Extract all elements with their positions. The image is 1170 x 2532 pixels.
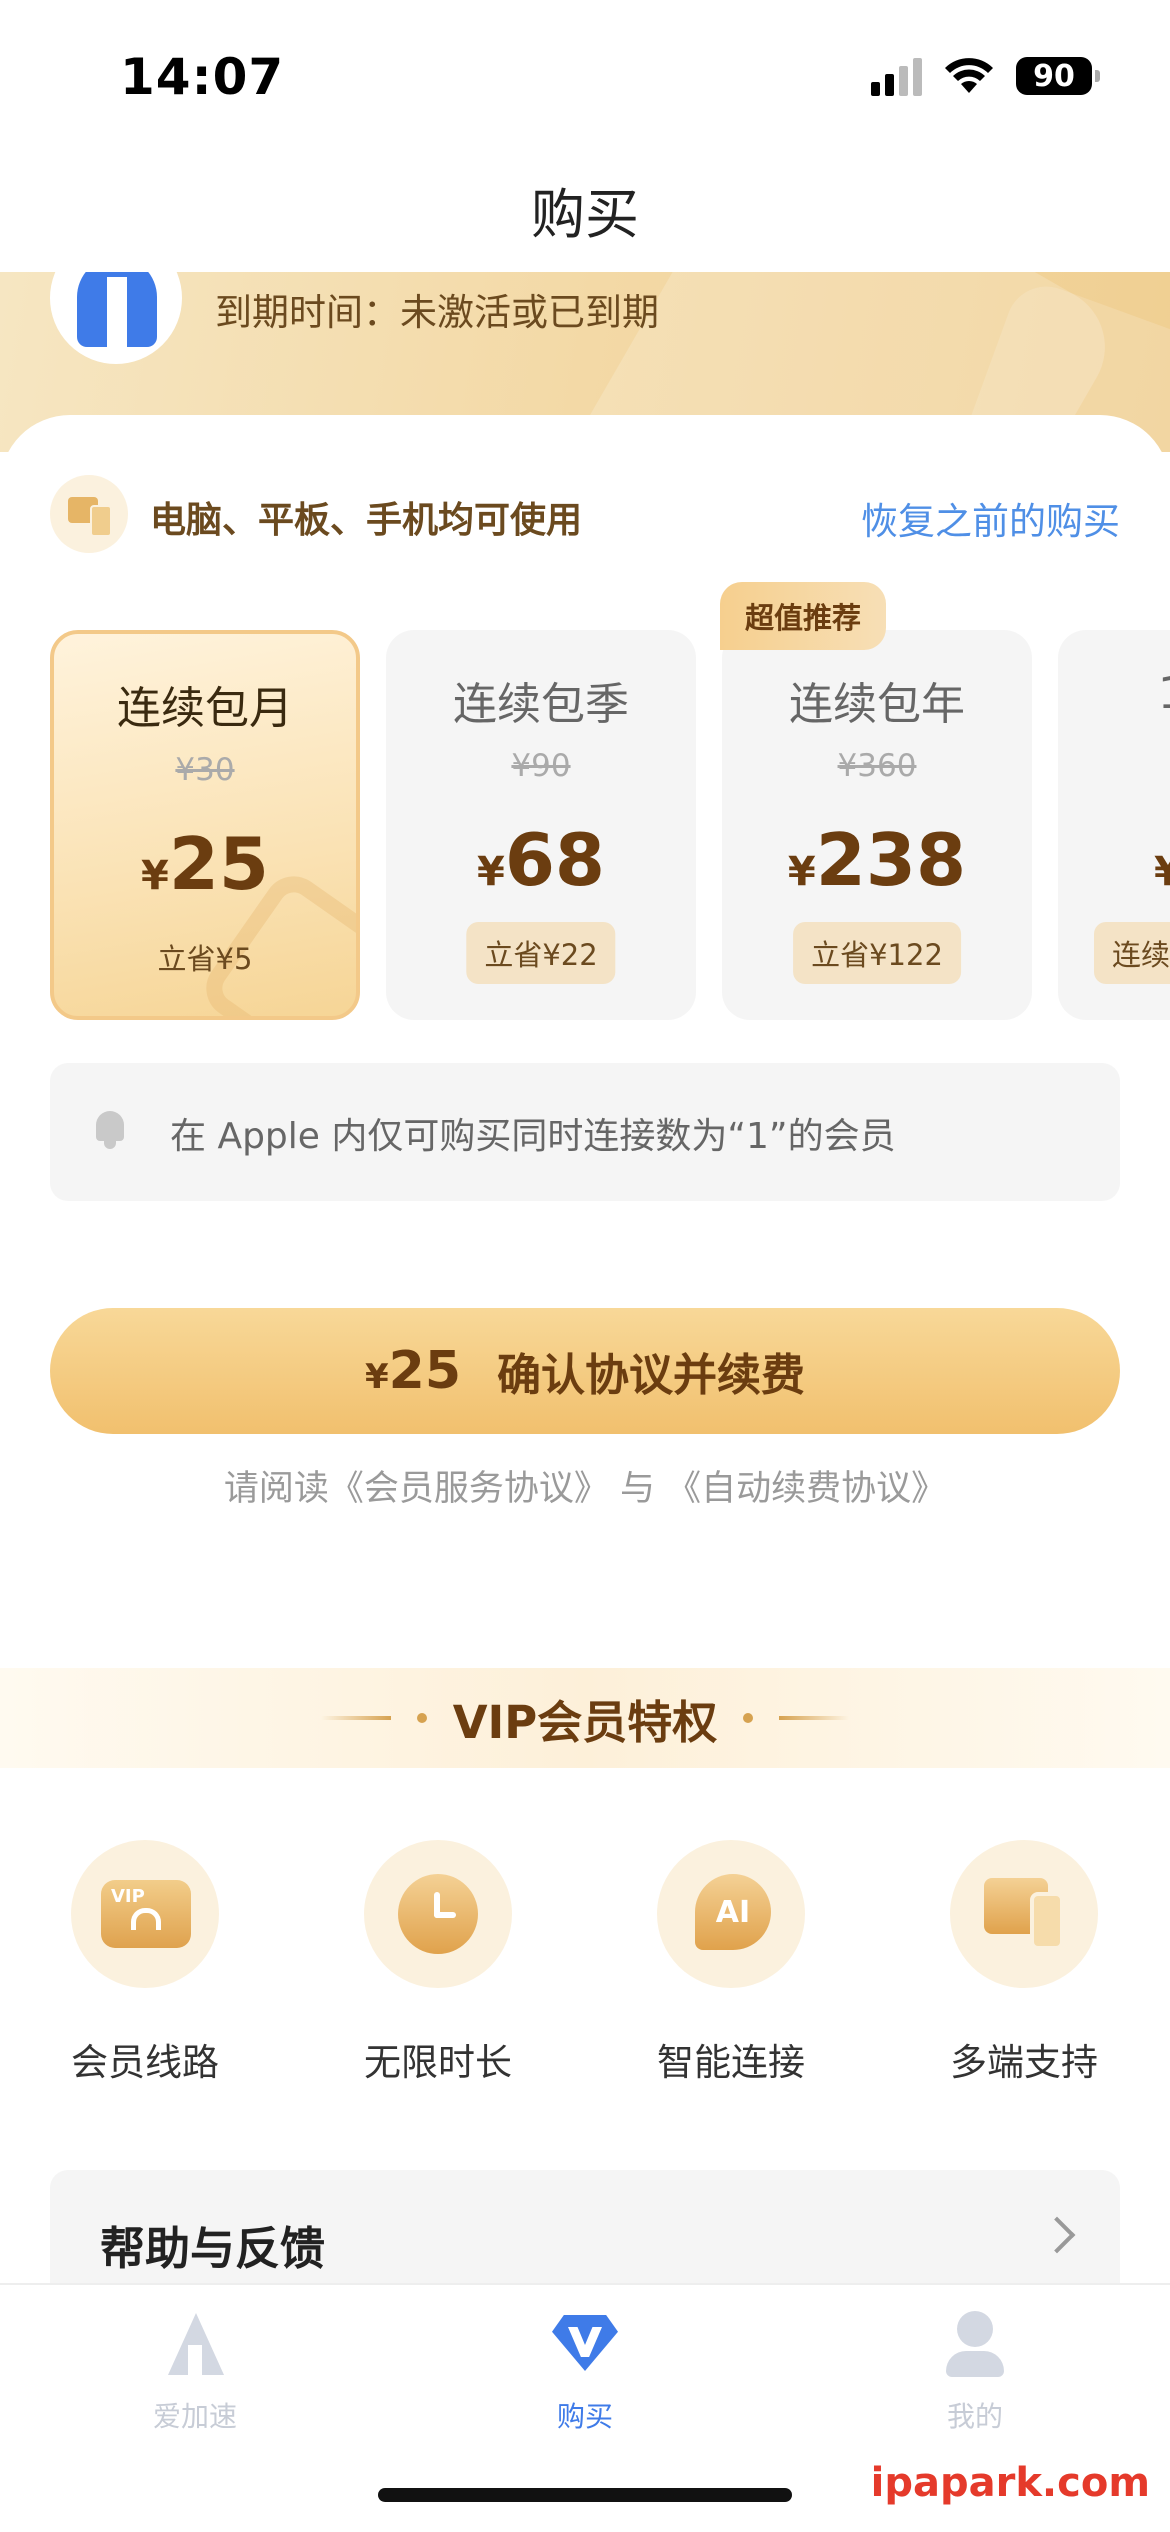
plan-name: 连续包季 (453, 679, 629, 730)
divider (320, 1716, 391, 1720)
plan-savings: 连续 (1094, 922, 1170, 984)
clock-icon (364, 1840, 512, 1988)
vip-route-icon (71, 1840, 219, 1988)
currency-symbol: ¥ (787, 849, 816, 895)
perk-member-route: 会员线路 (25, 1840, 265, 2086)
perk-multi-device: 多端支持 (904, 1840, 1144, 2086)
vip-title: VIP会员特权 (452, 1695, 718, 1749)
tab-label: 购买 (556, 2400, 613, 2433)
currency-symbol: ¥ (140, 853, 169, 899)
buy-icon (550, 2309, 620, 2379)
pay-price-value: 25 (388, 1341, 462, 1401)
signal-icon (871, 56, 922, 96)
restore-purchase-link[interactable]: 恢复之前的购买 (861, 491, 1120, 545)
watermark: ipapark.com (870, 2460, 1150, 2506)
tab-buy[interactable]: 购买 (485, 2309, 685, 2435)
perk-label: 智能连接 (657, 2041, 805, 2084)
status-bar: 14:07 90 (0, 0, 1170, 150)
plan-original-price: ¥360 (837, 748, 917, 784)
vip-perks: 会员线路 无限时长 AI 智能连接 多端支持 (0, 1840, 1170, 2100)
confirm-renew-button[interactable]: ¥25 确认协议并续费 (50, 1308, 1120, 1434)
plan-price: ¥25 (54, 822, 356, 906)
profile-icon (940, 2309, 1010, 2379)
avatar[interactable] (50, 272, 182, 364)
ai-icon: AI (657, 1840, 805, 1988)
help-label: 帮助与反馈 (100, 2222, 326, 2275)
plan-list[interactable]: 超值推荐 连续包月 ¥30 ¥25 立省¥5 连续包季 ¥90 ¥68 立省¥2… (50, 582, 1170, 1020)
home-icon (160, 2309, 230, 2379)
page-title: 购买 (531, 183, 639, 246)
divider-dot (416, 1713, 427, 1723)
plan-savings: 立省¥122 (793, 922, 961, 984)
plan-name: 1 (1058, 668, 1170, 719)
agreement-links[interactable]: 请阅读《会员服务协议》 与 《自动续费协议》 (0, 1460, 1170, 1511)
plan-original-price: ¥30 (175, 752, 235, 788)
tab-profile[interactable]: 我的 (875, 2309, 1075, 2435)
tab-home[interactable]: 爱加速 (95, 2309, 295, 2435)
devices-text: 电脑、平板、手机均可使用 (150, 500, 583, 541)
bell-icon (92, 1109, 128, 1149)
battery-icon: 90 (1016, 57, 1100, 95)
plan-price: ¥68 (386, 818, 696, 902)
currency-symbol: ¥ (364, 1357, 389, 1397)
nav-bar: 购买 (0, 150, 1170, 272)
plan-name: 连续包月 (117, 683, 293, 734)
divider-dot (743, 1713, 754, 1723)
plan-original-price: ¥90 (511, 748, 571, 784)
perk-smart-connect: AI 智能连接 (611, 1840, 851, 2086)
plan-savings: 立省¥5 (157, 942, 253, 976)
divider (779, 1716, 850, 1720)
battery-level: 90 (1033, 58, 1075, 94)
devices-icon (950, 1840, 1098, 1988)
apple-notice: 在 Apple 内仅可购买同时连接数为“1”的会员 (50, 1063, 1120, 1201)
tab-label: 我的 (946, 2400, 1003, 2433)
vip-section-header: VIP会员特权 (0, 1668, 1170, 1768)
perk-label: 会员线路 (71, 2041, 219, 2084)
chevron-right-icon (1038, 2216, 1076, 2254)
recommended-badge: 超值推荐 (720, 582, 886, 650)
perk-label: 无限时长 (364, 2041, 512, 2084)
perk-unlimited-time: 无限时长 (318, 1840, 558, 2086)
wifi-icon (945, 58, 993, 93)
plan-price-value: 238 (815, 818, 967, 902)
status-icons: 90 (871, 56, 1100, 96)
purchase-card: 电脑、平板、手机均可使用 恢复之前的购买 超值推荐 连续包月 ¥30 ¥25 立… (0, 415, 1170, 2315)
plan-name: 连续包年 (789, 679, 965, 730)
plan-savings: 立省¥22 (466, 922, 616, 984)
plan-price: ¥ (1058, 818, 1170, 902)
status-time: 14:07 (120, 48, 285, 106)
perk-label: 多端支持 (950, 2041, 1098, 2084)
expiry-text: 到期时间：未激活或已到期 (215, 291, 659, 334)
pay-label: 确认协议并续费 (497, 1350, 806, 1401)
pay-price: ¥25 (365, 1341, 461, 1401)
plan-card-yearly[interactable]: 连续包年 ¥360 ¥238 立省¥122 (722, 630, 1032, 1020)
home-indicator[interactable] (378, 2488, 792, 2502)
notice-text: 在 Apple 内仅可购买同时连接数为“1”的会员 (170, 1116, 896, 1157)
plan-price: ¥238 (722, 818, 1032, 902)
currency-symbol: ¥ (476, 849, 505, 895)
plan-card-monthly[interactable]: 连续包月 ¥30 ¥25 立省¥5 (50, 630, 360, 1020)
currency-symbol: ¥ (1154, 849, 1170, 895)
devices-row: 电脑、平板、手机均可使用 恢复之前的购买 (50, 475, 1120, 555)
plan-price-value: 25 (168, 822, 270, 906)
avatar-icon (77, 272, 157, 347)
plan-card-quarterly[interactable]: 连续包季 ¥90 ¥68 立省¥22 (386, 630, 696, 1020)
plan-price-value: 68 (504, 818, 606, 902)
plan-card-partial[interactable]: 1 ¥ 连续 (1058, 630, 1170, 1020)
devices-icon (50, 475, 128, 553)
tab-label: 爱加速 (152, 2400, 237, 2433)
